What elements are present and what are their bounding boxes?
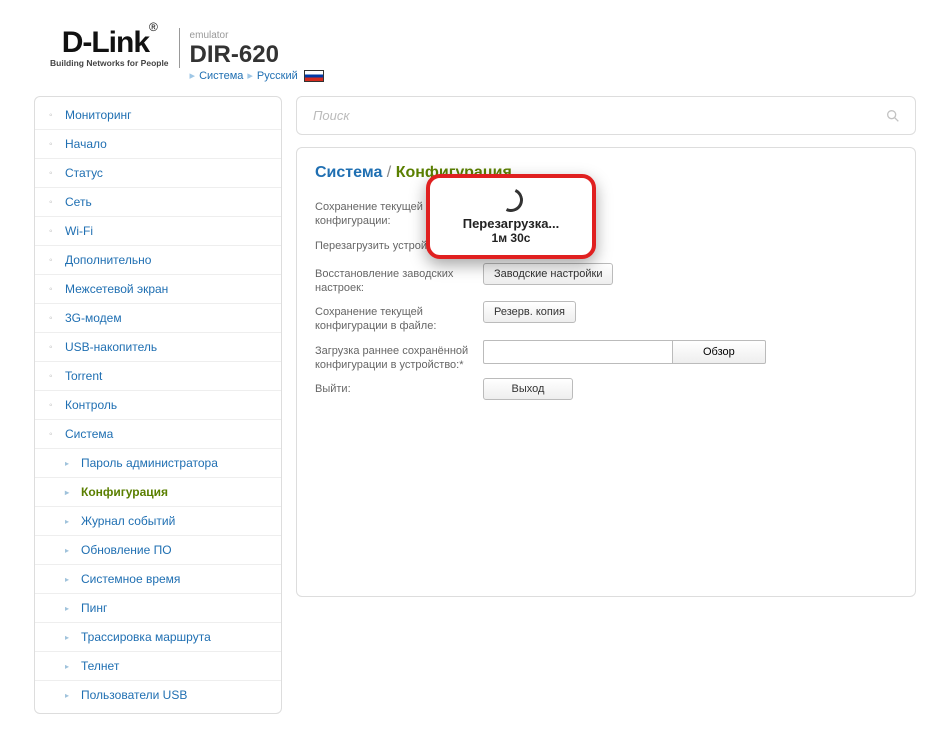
chevron-right-icon: ▸ (190, 69, 196, 82)
sidebar-item-control[interactable]: ◦Контроль (35, 391, 281, 420)
sidebar-item-torrent[interactable]: ◦Torrent (35, 362, 281, 391)
upload-file-path[interactable] (483, 340, 673, 364)
chevron-right-icon: ▸ (65, 604, 75, 613)
sidebar-sub-configuration[interactable]: ▸Конфигурация (35, 478, 281, 507)
sidebar-sub-usb-users[interactable]: ▸Пользователи USB (35, 681, 281, 709)
chevron-right-icon: ▸ (247, 69, 253, 82)
bullet-icon: ◦ (49, 371, 59, 382)
sidebar-sub-firmware[interactable]: ▸Обновление ПО (35, 536, 281, 565)
chevron-right-icon: ▸ (65, 633, 75, 642)
modal-title: Перезагрузка... (438, 216, 584, 231)
logo: D-Link® Building Networks for People (50, 28, 180, 68)
sidebar-item-start[interactable]: ◦Начало (35, 130, 281, 159)
flag-ru-icon[interactable] (304, 70, 324, 82)
logout-button[interactable]: Выход (483, 378, 573, 400)
sidebar-item-advanced[interactable]: ◦Дополнительно (35, 246, 281, 275)
label-upload: Загрузка раннее сохранённой конфигурации… (315, 340, 483, 373)
sidebar-sub-time[interactable]: ▸Системное время (35, 565, 281, 594)
search-input[interactable] (311, 107, 885, 124)
label-backup: Сохранение текущей конфигурации в файле: (315, 301, 483, 334)
chevron-right-icon: ▸ (65, 546, 75, 555)
chevron-right-icon: ▸ (65, 488, 75, 497)
emulator-label: emulator (190, 30, 324, 41)
sidebar-sub-admin-password[interactable]: ▸Пароль администратора (35, 449, 281, 478)
sidebar-sub-telnet[interactable]: ▸Телнет (35, 652, 281, 681)
logo-tagline: Building Networks for People (50, 58, 169, 68)
sidebar-item-monitoring[interactable]: ◦Мониторинг (35, 101, 281, 130)
label-factory: Восстановление заводских настроек: (315, 263, 483, 296)
bullet-icon: ◦ (49, 110, 59, 121)
bullet-icon: ◦ (49, 400, 59, 411)
sidebar-item-status[interactable]: ◦Статус (35, 159, 281, 188)
chevron-right-icon: ▸ (65, 575, 75, 584)
backup-button[interactable]: Резерв. копия (483, 301, 576, 323)
chevron-right-icon: ▸ (65, 459, 75, 468)
bullet-icon: ◦ (49, 342, 59, 353)
bullet-icon: ◦ (49, 255, 59, 266)
panel-title: Система / Конфигурация (315, 164, 897, 182)
header: D-Link® Building Networks for People emu… (20, 0, 930, 90)
config-panel: Система / Конфигурация Сохранение текуще… (296, 147, 916, 597)
label-logout: Выйти: (315, 378, 483, 396)
sidebar-item-wifi[interactable]: ◦Wi-Fi (35, 217, 281, 246)
reboot-modal: Перезагрузка... 1м 30с (426, 174, 596, 259)
bullet-icon: ◦ (49, 168, 59, 179)
bullet-icon: ◦ (49, 284, 59, 295)
sidebar-item-3g[interactable]: ◦3G-модем (35, 304, 281, 333)
search-panel (296, 96, 916, 135)
sidebar: ◦Мониторинг ◦Начало ◦Статус ◦Сеть ◦Wi-Fi… (34, 96, 282, 714)
spinner-icon (496, 185, 527, 216)
sidebar-item-network[interactable]: ◦Сеть (35, 188, 281, 217)
browse-button[interactable]: Обзор (673, 340, 766, 364)
bullet-icon: ◦ (49, 313, 59, 324)
chevron-right-icon: ▸ (65, 662, 75, 671)
sidebar-item-firewall[interactable]: ◦Межсетевой экран (35, 275, 281, 304)
bullet-icon: ◦ (49, 197, 59, 208)
factory-reset-button[interactable]: Заводские настройки (483, 263, 613, 285)
sidebar-sub-ping[interactable]: ▸Пинг (35, 594, 281, 623)
breadcrumb-language[interactable]: Русский (257, 70, 298, 82)
chevron-right-icon: ▸ (65, 517, 75, 526)
bullet-icon: ◦ (49, 139, 59, 150)
modal-countdown: 1м 30с (438, 231, 584, 245)
sidebar-sub-log[interactable]: ▸Журнал событий (35, 507, 281, 536)
bullet-icon: ◦ (49, 429, 59, 440)
sidebar-item-usb-storage[interactable]: ◦USB-накопитель (35, 333, 281, 362)
breadcrumb-system[interactable]: Система (199, 70, 243, 82)
chevron-right-icon: ▸ (65, 691, 75, 700)
sidebar-sub-traceroute[interactable]: ▸Трассировка маршрута (35, 623, 281, 652)
bullet-icon: ◦ (49, 226, 59, 237)
breadcrumb: ▸ Система ▸ Русский (190, 69, 324, 82)
sidebar-item-system[interactable]: ◦Система (35, 420, 281, 449)
model-name: DIR-620 (190, 43, 324, 67)
search-icon[interactable] (885, 108, 901, 124)
logo-main: D-Link® (62, 28, 157, 58)
